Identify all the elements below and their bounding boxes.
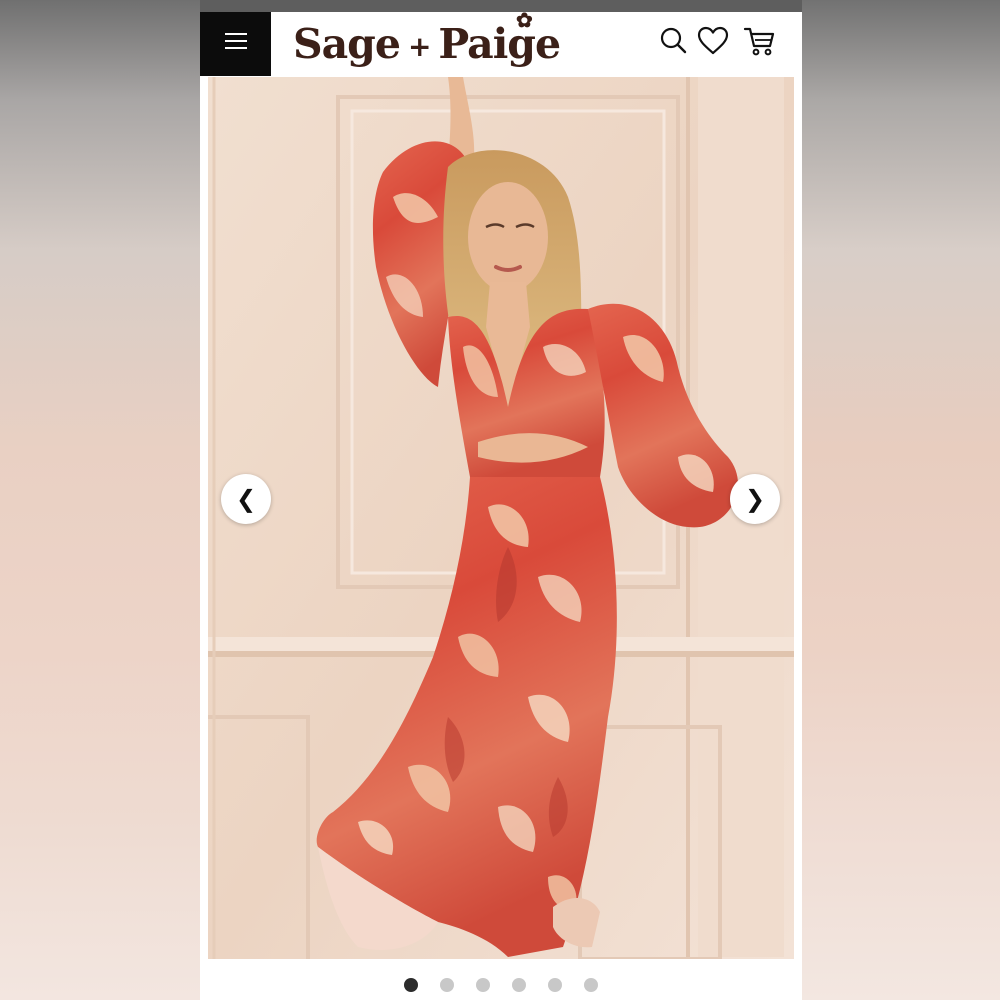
menu-icon-line	[225, 40, 247, 42]
carousel-next-button[interactable]: ❯	[730, 474, 780, 524]
menu-button[interactable]	[200, 12, 271, 76]
blurred-background-right	[800, 0, 1000, 1000]
carousel-pagination	[200, 978, 802, 994]
carousel-prev-button[interactable]: ❮	[221, 474, 271, 524]
site-header: Sage + Paige ✿	[200, 10, 802, 76]
logo-flower-icon: ✿	[516, 8, 533, 32]
carousel-dot[interactable]	[512, 978, 526, 992]
carousel-dot[interactable]	[440, 978, 454, 992]
cart-button[interactable]	[743, 24, 777, 58]
menu-icon	[225, 33, 247, 35]
search-icon	[660, 27, 687, 54]
status-strip	[200, 0, 802, 12]
logo-plus: +	[407, 30, 431, 63]
menu-icon-line	[225, 47, 247, 49]
logo-word-paige: Paige	[438, 20, 561, 68]
logo-word-sage: Sage	[293, 20, 401, 68]
search-button[interactable]	[657, 24, 691, 58]
brand-logo[interactable]: Sage + Paige ✿	[293, 10, 561, 70]
cart-icon	[743, 27, 775, 56]
carousel-dot[interactable]	[476, 978, 490, 992]
blurred-background-left	[0, 0, 200, 1000]
wishlist-button[interactable]	[696, 24, 730, 58]
carousel-dot[interactable]	[584, 978, 598, 992]
model-in-floral-dress-image	[208, 77, 794, 959]
phone-screen: Sage + Paige ✿ ❮ ❯	[200, 0, 802, 1000]
product-image[interactable]	[208, 77, 794, 959]
carousel-dot[interactable]	[548, 978, 562, 992]
heart-icon	[697, 26, 729, 55]
carousel-dot[interactable]	[404, 978, 418, 992]
